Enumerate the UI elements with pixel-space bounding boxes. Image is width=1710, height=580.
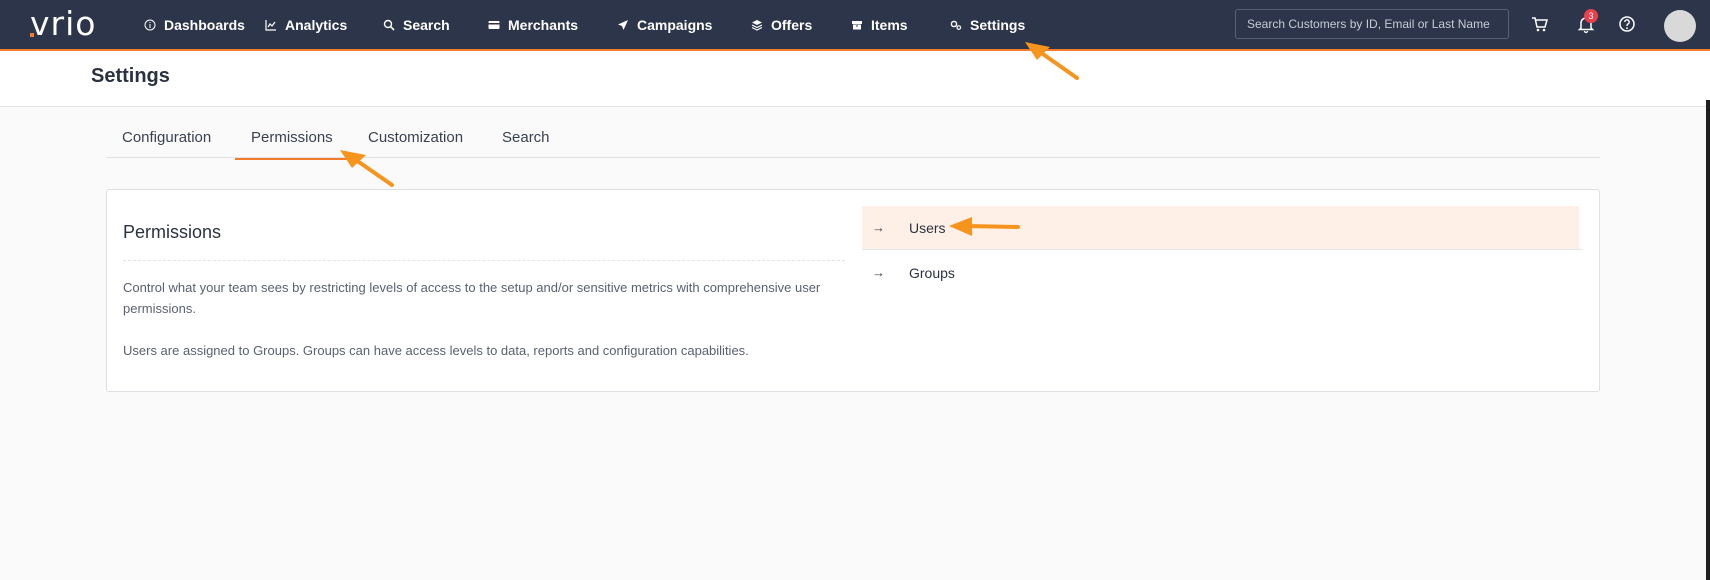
cart-icon[interactable] — [1530, 14, 1550, 34]
nav-label: Dashboards — [164, 16, 245, 33]
arrow-to-permissions-tab — [354, 158, 394, 187]
help-icon[interactable] — [1617, 14, 1637, 34]
nav-merchants[interactable]: Merchants — [488, 0, 578, 49]
logo-text: vrio — [30, 4, 97, 43]
nav-label: Items — [871, 16, 908, 33]
nav-label: Offers — [771, 16, 813, 33]
permissions-card: Permissions Control what your team sees … — [106, 189, 1600, 392]
tab-permissions[interactable]: Permissions — [235, 129, 349, 160]
tab-configuration[interactable]: Configuration — [122, 129, 211, 146]
link-divider — [862, 249, 1582, 250]
nav-settings[interactable]: Settings — [931, 0, 1044, 51]
window-edge — [1706, 100, 1710, 580]
layers-icon — [751, 19, 763, 31]
page-header: Settings — [0, 51, 1710, 107]
notification-badge: 3 — [1584, 9, 1598, 23]
arrow-right-icon: → — [872, 220, 885, 235]
nav-search[interactable]: Search — [383, 0, 450, 49]
title-divider — [123, 260, 845, 261]
customer-search-input[interactable] — [1235, 9, 1509, 39]
nav-dashboards[interactable]: Dashboards — [144, 0, 245, 49]
permissions-groups-description: Users are assigned to Groups. Groups can… — [123, 343, 749, 358]
nav-label: Settings — [970, 16, 1026, 33]
paper-plane-icon — [618, 19, 628, 30]
tab-search[interactable]: Search — [502, 129, 550, 146]
nav-label: Analytics — [285, 16, 348, 33]
nav-label: Merchants — [508, 16, 579, 33]
box-icon — [852, 20, 862, 29]
nav-items[interactable]: Items — [851, 0, 908, 49]
gears-icon — [950, 20, 962, 30]
permissions-description: Control what your team sees by restricti… — [123, 280, 821, 316]
nav-offers[interactable]: Offers — [751, 0, 812, 49]
arrow-right-icon: → — [872, 265, 885, 280]
users-link[interactable]: → Users — [862, 206, 1579, 249]
settings-tabs: Configuration Permissions Customization … — [106, 118, 1600, 160]
search-icon — [383, 19, 395, 31]
logo-dot — [30, 33, 34, 37]
credit-card-icon — [488, 20, 500, 29]
page-title: Settings — [91, 65, 170, 87]
groups-link-label: Groups — [909, 264, 955, 281]
nav-campaigns[interactable]: Campaigns — [617, 0, 712, 49]
vrio-logo[interactable]: vrio — [30, 6, 96, 42]
permissions-title: Permissions — [123, 222, 222, 242]
nav-analytics[interactable]: Analytics — [265, 0, 347, 49]
nav-label: Search — [403, 16, 450, 33]
line-chart-icon — [265, 19, 276, 31]
tab-customization[interactable]: Customization — [368, 129, 463, 146]
info-circle-icon — [144, 19, 156, 30]
top-navigation-bar: vrio Dashboards Analytics Search Merchan… — [0, 0, 1710, 51]
nav-label: Campaigns — [637, 16, 713, 33]
users-link-label: Users — [909, 219, 946, 236]
user-avatar[interactable] — [1664, 10, 1696, 42]
